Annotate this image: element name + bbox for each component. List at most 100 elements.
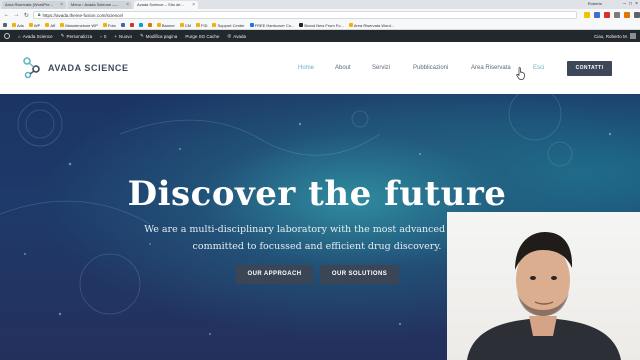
bookmark[interactable]: Aff	[45, 23, 55, 28]
tab-label: Area Riservata (WordPre...	[5, 2, 53, 7]
back-icon[interactable]: ←	[3, 12, 10, 18]
our-solutions-button[interactable]: OUR SOLUTIONS	[320, 265, 399, 284]
forward-icon[interactable]: →	[13, 12, 20, 18]
browser-tab[interactable]: Area Riservata (WordPre... ×	[2, 1, 66, 9]
nav-item-about[interactable]: About	[335, 65, 372, 71]
wp-purge-label: Purge SG Cache	[185, 33, 220, 39]
bookmark[interactable]: Brand New From Fo...	[299, 22, 344, 28]
our-approach-button[interactable]: OUR APPROACH	[236, 265, 313, 284]
browser-tab-strip: Area Riservata (WordPre... × Menu ‹ Avad…	[0, 0, 640, 9]
extension-icon[interactable]	[604, 12, 611, 18]
bookmark-label: Banner	[161, 22, 175, 28]
folder-icon	[196, 23, 201, 27]
extension-icon[interactable]	[624, 12, 631, 18]
wp-new[interactable]: + Nuovo	[114, 34, 132, 39]
wp-edit-page[interactable]: ✎ Modifica pagina	[140, 33, 177, 39]
close-icon[interactable]: ×	[192, 1, 195, 9]
site-logo[interactable]: AVADA SCIENCE	[22, 57, 129, 79]
nav-item-servizi[interactable]: Servizi	[372, 65, 413, 71]
nav-item-home[interactable]: Home	[298, 65, 335, 71]
plus-icon: +	[114, 33, 117, 39]
folder-icon	[12, 23, 16, 27]
wp-avada[interactable]: ◎ Avada	[227, 33, 246, 39]
bookmark[interactable]: CM	[179, 22, 192, 28]
bookmark-icon-only[interactable]	[120, 23, 125, 27]
lock-icon: 🔒︎	[37, 11, 41, 18]
folder-icon	[102, 23, 107, 27]
close-icon[interactable]: ×	[126, 1, 129, 9]
bookmark-label: Foto	[107, 22, 116, 28]
browser-tab[interactable]: Menu ‹ Avada Science —... ×	[68, 1, 132, 9]
wp-customize[interactable]: ✎ Personalizza	[61, 33, 93, 39]
wp-edit-label: Modifica pagina	[145, 33, 178, 39]
tab-label: Avada Science – Sito de...	[137, 2, 184, 7]
browser-profile-name[interactable]: Roberto	[588, 1, 602, 6]
apps-icon	[3, 23, 7, 27]
site-icon	[138, 23, 143, 27]
bookmark-label: Ads	[17, 22, 24, 28]
address-bar[interactable]: 🔒︎ https://avada.theme-fusion.com/scienc…	[32, 11, 578, 19]
bookmark-icon-only[interactable]	[129, 23, 134, 27]
folder-icon	[348, 23, 353, 27]
bookmark[interactable]: FID	[196, 23, 207, 28]
wp-new-label: Nuovo	[118, 33, 132, 39]
bookmark[interactable]: Ads	[12, 23, 24, 28]
folder-icon	[45, 23, 50, 27]
reload-icon[interactable]: ↻	[23, 12, 30, 19]
wp-account[interactable]: Ciao, Roberto M.	[594, 33, 636, 39]
star-icon[interactable]	[584, 12, 591, 18]
bookmark-label: FID	[201, 22, 208, 28]
extension-icon[interactable]	[614, 12, 621, 18]
nav-item-pubblicazioni[interactable]: Pubblicazioni	[413, 65, 471, 71]
close-window-icon[interactable]: ×	[635, 0, 638, 8]
folder-icon	[28, 23, 33, 27]
bookmark-icon-only[interactable]	[138, 23, 143, 27]
avatar	[630, 33, 636, 39]
menu-icon[interactable]	[634, 12, 640, 18]
bookmark-icon-only[interactable]	[147, 23, 152, 27]
bookmark[interactable]: Area Riservata Word...	[348, 22, 395, 28]
extensions	[584, 12, 640, 18]
bookmark-label: FREE Hardcover Co...	[254, 22, 295, 28]
hand-cursor-icon	[516, 67, 525, 80]
site-icon	[147, 23, 152, 27]
wp-avada-label: Avada	[233, 33, 246, 39]
logo-text: AVADA SCIENCE	[48, 63, 129, 73]
bookmark[interactable]: WP	[28, 22, 41, 28]
wp-site-name[interactable]: ⌂ Avada Science	[18, 34, 53, 39]
maximize-icon[interactable]: □	[629, 0, 632, 8]
contatti-button[interactable]: CONTATTI	[567, 61, 612, 76]
folder-icon	[60, 23, 65, 27]
bookmark[interactable]: Manutenzione WP	[60, 23, 98, 28]
site-header: AVADA SCIENCE Home About Servizi Pubblic…	[0, 42, 640, 94]
bookmark-label: Aff	[50, 22, 56, 28]
bookmark[interactable]: Support Center	[212, 23, 245, 28]
wp-comments[interactable]: ▫ 0	[100, 34, 106, 39]
bookmark-label: WP	[33, 22, 41, 28]
browser-toolbar: ← → ↻ 🔒︎ https://avada.theme-fusion.com/…	[0, 9, 640, 21]
wp-admin-bar: ⌂ Avada Science ✎ Personalizza ▫ 0 + Nuovo ✎…	[0, 30, 640, 42]
pencil-icon: ✎	[140, 33, 144, 38]
wordpress-icon[interactable]	[4, 33, 10, 39]
bookmark-apps[interactable]	[3, 23, 7, 27]
bookmark-label: Brand New From Fo...	[304, 22, 344, 28]
comment-icon: ▫	[100, 33, 102, 39]
presenter-figure	[467, 232, 621, 360]
tab-label: Menu ‹ Avada Science —...	[71, 2, 120, 7]
wp-purge-cache[interactable]: Purge SG Cache	[185, 34, 219, 39]
facebook-icon	[120, 23, 125, 27]
bookmark-label: Area Riservata Word...	[353, 22, 395, 28]
extension-icon[interactable]	[594, 12, 601, 18]
wp-comment-count: 0	[103, 33, 107, 39]
bookmark[interactable]: FREE Hardcover Co...	[249, 22, 295, 28]
hero-subtitle-line-1: We are a multi-disciplinary laboratory w…	[144, 224, 490, 235]
hero-title: Discover the future	[127, 174, 507, 214]
bookmark[interactable]: Foto	[102, 22, 116, 28]
wp-greeting: Ciao, Roberto M.	[593, 33, 628, 39]
bookmark[interactable]: Banner	[156, 22, 175, 28]
nav-item-esci[interactable]: Esci	[533, 65, 563, 71]
bookmark-label: CM	[184, 22, 192, 28]
minimize-icon[interactable]: –	[623, 0, 626, 8]
close-icon[interactable]: ×	[60, 1, 63, 9]
browser-tab-active[interactable]: Avada Science – Sito de... ×	[134, 1, 198, 9]
